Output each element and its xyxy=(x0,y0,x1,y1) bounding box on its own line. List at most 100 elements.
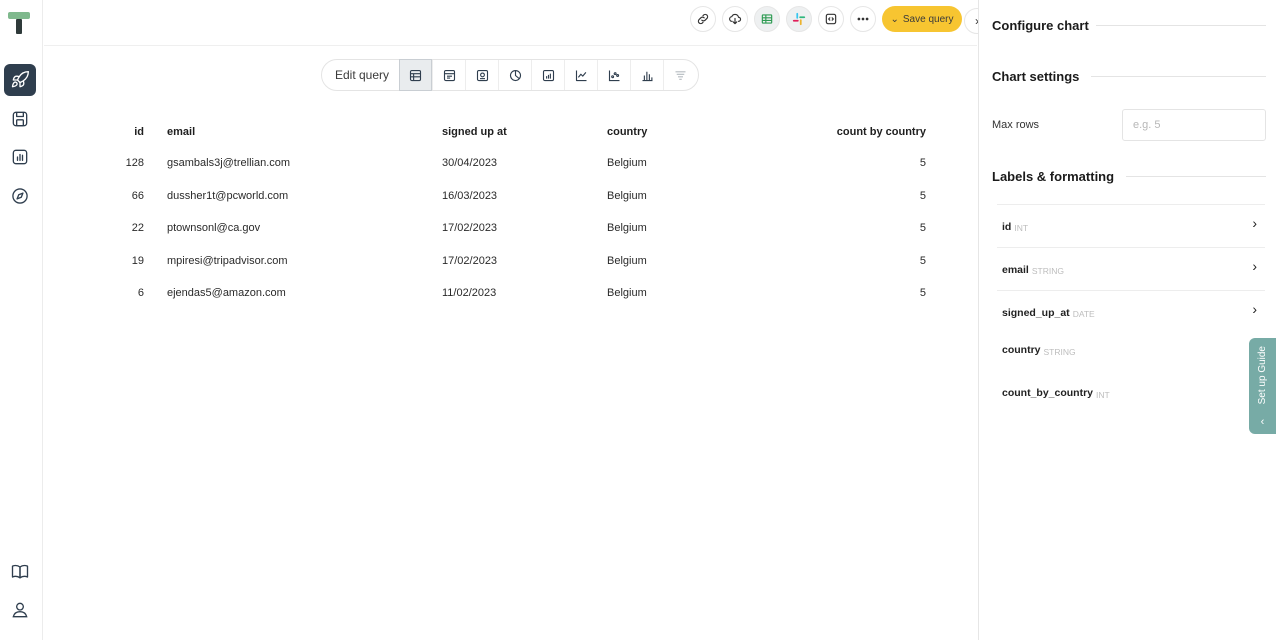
cell-id: 22 xyxy=(131,222,144,235)
cell-email: ejendas5@amazon.com xyxy=(167,287,286,300)
edit-query-button[interactable]: Edit query xyxy=(322,60,399,90)
app-logo[interactable] xyxy=(8,10,30,36)
table-icon xyxy=(409,69,422,81)
field-row-country[interactable]: country STRING xyxy=(997,328,1265,372)
cell-count-by-country: 5 xyxy=(919,254,926,267)
card-icon xyxy=(443,69,455,81)
link-icon xyxy=(697,13,709,25)
logo-bar xyxy=(8,12,30,19)
field-name: count_by_country xyxy=(1002,387,1094,399)
embed-button[interactable] xyxy=(818,6,844,32)
sidebar-item-queries[interactable] xyxy=(4,64,36,96)
cell-country: Belgium xyxy=(607,287,647,300)
big-number-icon xyxy=(476,69,488,81)
labels-formatting-heading: Labels & formatting xyxy=(992,169,1115,184)
sidebar-item-explore[interactable] xyxy=(4,180,36,212)
user-icon xyxy=(12,602,28,618)
line-chart-icon xyxy=(575,70,587,81)
field-name: email xyxy=(1002,263,1029,276)
rocket-icon xyxy=(11,70,30,88)
scatter-icon xyxy=(608,70,620,81)
google-sheets-button[interactable] xyxy=(754,6,780,32)
cell-country: Belgium xyxy=(607,189,647,202)
viz-big-number-button[interactable] xyxy=(465,60,498,90)
sidebar-item-docs[interactable] xyxy=(4,556,36,588)
field-type: DATE xyxy=(1072,309,1095,319)
save-query-button[interactable]: ⌄ Save query xyxy=(882,6,962,32)
query-toolbar: ⌄ Save query › xyxy=(44,0,990,46)
cell-count-by-country: 5 xyxy=(919,157,926,170)
max-rows-input[interactable] xyxy=(1122,109,1266,141)
viz-scatter-button[interactable] xyxy=(597,60,630,90)
panel-title: Configure chart xyxy=(992,18,1089,33)
sidebar-item-dashboards[interactable] xyxy=(4,141,36,173)
cell-count-by-country: 5 xyxy=(919,189,926,202)
viz-card-button[interactable] xyxy=(432,60,465,90)
more-icon xyxy=(857,17,869,21)
slack-button[interactable] xyxy=(786,6,812,32)
download-button[interactable] xyxy=(722,6,748,32)
column-header-signed-up-at[interactable]: signed up at xyxy=(442,117,607,147)
cell-id: 6 xyxy=(137,287,144,300)
column-header-email[interactable]: email xyxy=(162,117,442,147)
chevron-right-icon: › xyxy=(1252,258,1257,274)
field-name: signed_up_at xyxy=(1002,306,1070,319)
viz-bar-line-button[interactable] xyxy=(531,60,564,90)
cloud-download-icon xyxy=(729,13,742,25)
chevron-right-icon: › xyxy=(1252,301,1257,317)
chevron-right-icon: › xyxy=(1252,215,1257,231)
table-row: 6 ejendas5@amazon.com 11/02/2023 Belgium… xyxy=(82,277,940,310)
compass-icon xyxy=(12,188,28,204)
cell-email: dussher1t@pcworld.com xyxy=(167,189,289,202)
viz-table-button[interactable] xyxy=(399,59,433,91)
setup-guide-label: Set up Guide xyxy=(1257,346,1268,405)
embed-code-icon xyxy=(825,13,837,25)
results-table: id email signed up at country count by c… xyxy=(82,117,940,310)
column-header-country[interactable]: country xyxy=(607,117,757,147)
configure-chart-panel: Configure chart Chart settings Max rows … xyxy=(978,0,1276,640)
cell-country: Belgium xyxy=(607,254,647,267)
bar-line-icon xyxy=(542,69,554,81)
cell-signed-up-at: 16/03/2023 xyxy=(442,189,498,202)
viz-line-button[interactable] xyxy=(564,60,597,90)
table-row: 66 dussher1t@pcworld.com 16/03/2023 Belg… xyxy=(82,180,940,213)
cell-signed-up-at: 30/04/2023 xyxy=(442,157,498,170)
cell-count-by-country: 5 xyxy=(919,222,926,235)
more-options-button[interactable] xyxy=(850,6,876,32)
table-row: 19 mpiresi@tripadvisor.com 17/02/2023 Be… xyxy=(82,245,940,278)
column-header-count-by-country[interactable]: count by country xyxy=(757,117,940,147)
max-rows-label: Max rows xyxy=(992,119,1040,131)
field-type: STRING xyxy=(1031,266,1064,276)
field-row-id[interactable]: id INT › xyxy=(997,204,1265,248)
viz-pie-button[interactable] xyxy=(498,60,531,90)
chart-settings-heading: Chart settings xyxy=(992,69,1080,84)
save-query-label: Save query xyxy=(902,13,954,25)
table-row: 22 ptownsonl@ca.gov 17/02/2023 Belgium 5 xyxy=(82,212,940,245)
bar-chart-icon xyxy=(12,149,28,165)
cell-id: 128 xyxy=(125,157,144,170)
field-name: id xyxy=(1002,220,1012,233)
cell-id: 66 xyxy=(131,189,144,202)
slack-icon xyxy=(792,12,806,26)
field-row-count-by-country[interactable]: count_by_country INT xyxy=(997,371,1265,415)
column-header-id[interactable]: id xyxy=(82,117,162,147)
left-sidebar xyxy=(0,0,43,640)
funnel-icon xyxy=(675,70,686,80)
share-link-button[interactable] xyxy=(690,6,716,32)
cell-country: Belgium xyxy=(607,157,647,170)
book-icon xyxy=(11,564,29,579)
viz-bar-button[interactable] xyxy=(630,60,663,90)
cell-email: ptownsonl@ca.gov xyxy=(167,222,261,235)
cell-email: mpiresi@tripadvisor.com xyxy=(167,254,288,267)
google-sheets-icon xyxy=(761,14,773,24)
sidebar-item-saved[interactable] xyxy=(4,103,36,135)
sidebar-item-profile[interactable] xyxy=(4,594,36,626)
divider xyxy=(1096,25,1266,26)
field-row-email[interactable]: email STRING › xyxy=(997,247,1265,291)
divider xyxy=(1091,76,1266,77)
logo-stem xyxy=(16,19,22,34)
field-name: country xyxy=(1002,344,1041,356)
setup-guide-tab[interactable]: Set up Guide ‹ xyxy=(1249,338,1276,434)
field-type: STRING xyxy=(1043,346,1076,357)
viz-funnel-button[interactable] xyxy=(663,60,696,90)
